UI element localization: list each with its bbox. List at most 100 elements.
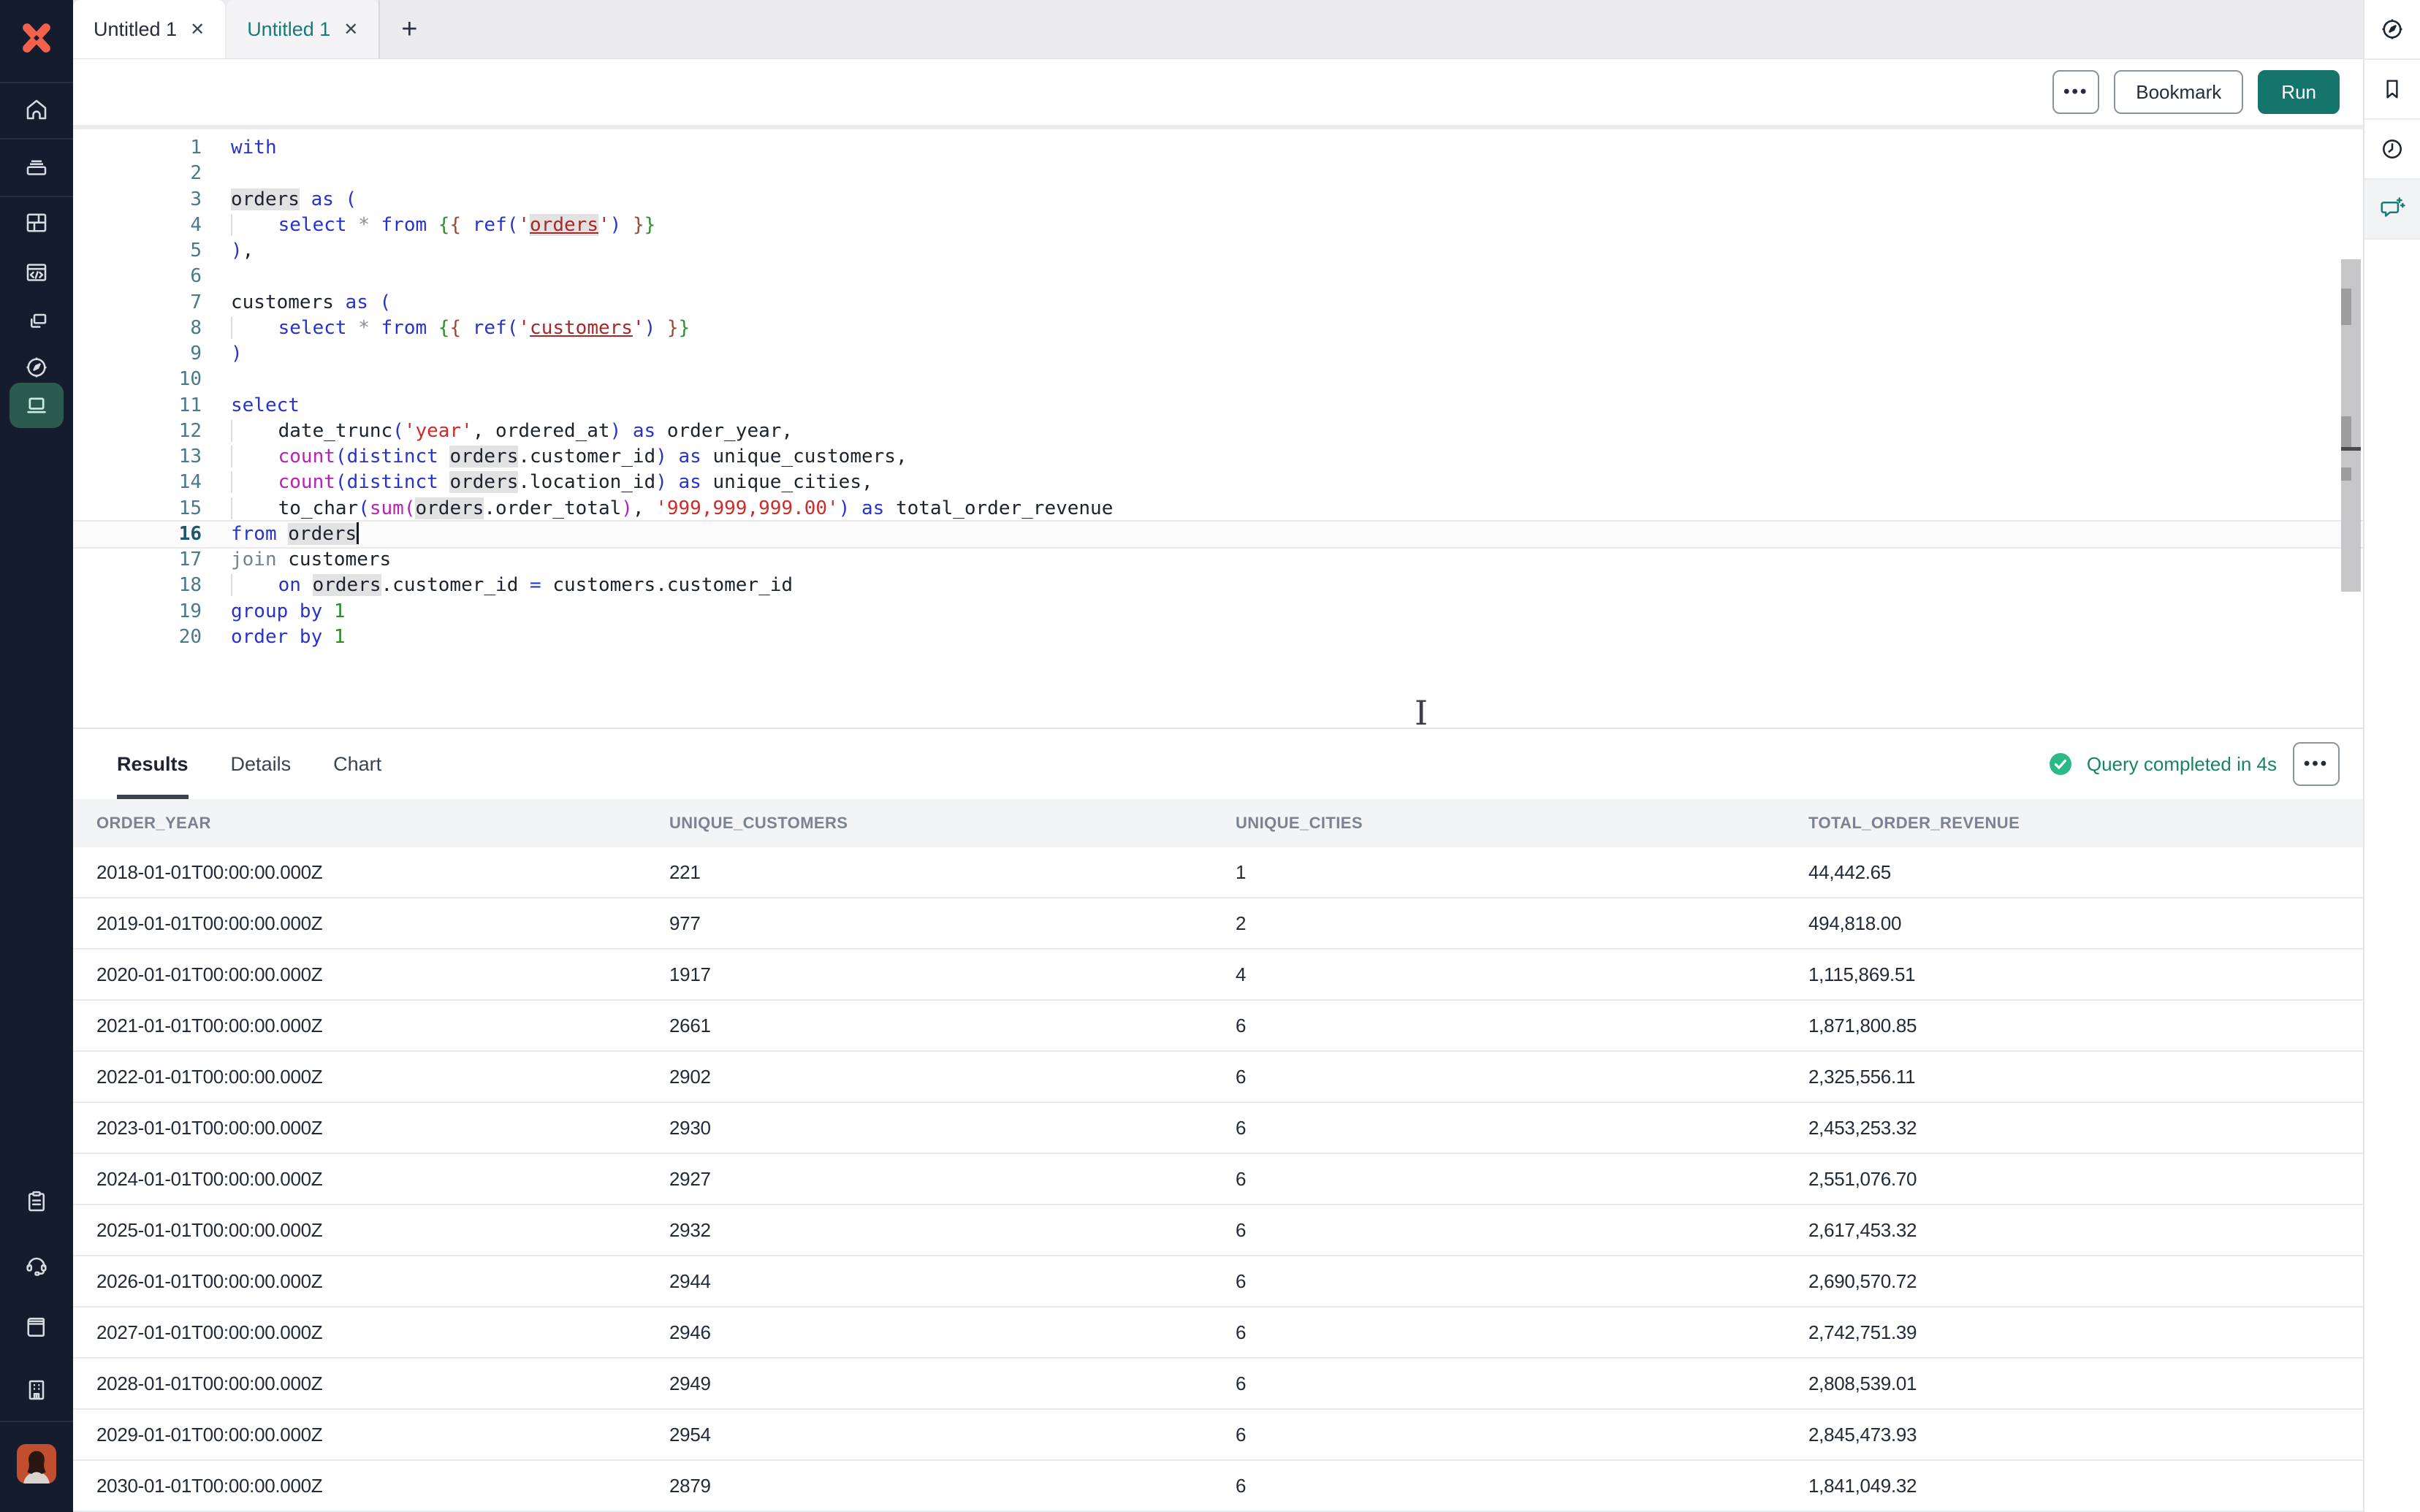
code-line[interactable]: 6 bbox=[73, 264, 2363, 289]
tab-results[interactable]: Results bbox=[117, 729, 189, 799]
code-text: join customers bbox=[231, 547, 391, 573]
table-row[interactable]: 2029-01-01T00:00:00.000Z295462,845,473.9… bbox=[73, 1410, 2363, 1461]
bookmark-button[interactable]: Bookmark bbox=[2114, 70, 2243, 114]
code-line[interactable]: 1with bbox=[73, 135, 2363, 161]
linked-windows-icon[interactable] bbox=[23, 308, 50, 335]
code-line[interactable]: 14 count(distinct orders.location_id) as… bbox=[73, 470, 2363, 495]
table-cell: 6 bbox=[1227, 1424, 1800, 1446]
new-tab-button[interactable]: + bbox=[380, 0, 438, 58]
tab-details[interactable]: Details bbox=[231, 729, 292, 799]
rail-ai-chat-button[interactable] bbox=[2364, 180, 2420, 240]
results-more-button[interactable]: ••• bbox=[2293, 742, 2340, 786]
rail-history-button[interactable] bbox=[2364, 120, 2420, 180]
code-line[interactable]: 3orders as ( bbox=[73, 187, 2363, 213]
table-row[interactable]: 2022-01-01T00:00:00.000Z290262,325,556.1… bbox=[73, 1052, 2363, 1103]
line-number: 7 bbox=[73, 290, 202, 316]
table-cell: 1,115,869.51 bbox=[1800, 963, 2307, 986]
table-row[interactable]: 2028-01-01T00:00:00.000Z294962,808,539.0… bbox=[73, 1359, 2363, 1410]
tab-untitled-1[interactable]: Untitled 1 ✕ bbox=[73, 0, 225, 58]
code-text: select * from {{ ref('orders') }} bbox=[231, 213, 655, 238]
line-number: 2 bbox=[73, 161, 202, 186]
code-line[interactable]: 15 to_char(sum(orders.order_total), '999… bbox=[73, 496, 2363, 522]
code-line[interactable]: 11select bbox=[73, 393, 2363, 419]
code-line[interactable]: 16from orders bbox=[73, 522, 2363, 547]
table-row[interactable]: 2021-01-01T00:00:00.000Z266161,871,800.8… bbox=[73, 1001, 2363, 1052]
table-cell: 2,742,751.39 bbox=[1800, 1321, 2307, 1344]
code-line[interactable]: 5), bbox=[73, 238, 2363, 264]
table-row[interactable]: 2024-01-01T00:00:00.000Z292762,551,076.7… bbox=[73, 1154, 2363, 1205]
code-line[interactable]: 4 select * from {{ ref('orders') }} bbox=[73, 213, 2363, 238]
table-cell: 2022-01-01T00:00:00.000Z bbox=[88, 1066, 661, 1088]
org-building-icon[interactable] bbox=[23, 1376, 50, 1404]
table-row[interactable]: 2023-01-01T00:00:00.000Z293062,453,253.3… bbox=[73, 1103, 2363, 1154]
code-line[interactable]: 10 bbox=[73, 367, 2363, 392]
clipboard-icon[interactable] bbox=[23, 1188, 50, 1215]
table-row[interactable]: 2019-01-01T00:00:00.000Z9772494,818.00 bbox=[73, 898, 2363, 950]
code-text: orders as ( bbox=[231, 187, 357, 213]
column-header[interactable]: UNIQUE_CITIES bbox=[1227, 814, 1800, 833]
code-text: order by 1 bbox=[231, 625, 346, 650]
editor-scrollbar[interactable] bbox=[2341, 259, 2361, 592]
file-tab-bar: Untitled 1 ✕ Untitled 1 ✕ + bbox=[73, 0, 2363, 59]
table-cell: 6 bbox=[1227, 1321, 1800, 1344]
close-icon[interactable]: ✕ bbox=[343, 19, 358, 40]
table-row[interactable]: 2025-01-01T00:00:00.000Z293262,617,453.3… bbox=[73, 1205, 2363, 1256]
code-line[interactable]: 20order by 1 bbox=[73, 625, 2363, 650]
hex-logo-icon[interactable] bbox=[18, 19, 56, 57]
docs-book-icon[interactable] bbox=[23, 1313, 50, 1341]
table-cell: 2021-01-01T00:00:00.000Z bbox=[88, 1015, 661, 1037]
sidebar-item-workspace-active[interactable] bbox=[9, 383, 64, 428]
code-line[interactable]: 8 select * from {{ ref('customers') }} bbox=[73, 316, 2363, 341]
results-table-body: 2018-01-01T00:00:00.000Z221144,442.65201… bbox=[73, 847, 2363, 1512]
user-avatar[interactable] bbox=[17, 1444, 56, 1484]
code-window-icon[interactable] bbox=[23, 259, 50, 286]
code-line[interactable]: 12 date_trunc('year', ordered_at) as ord… bbox=[73, 419, 2363, 444]
code-line[interactable]: 2 bbox=[73, 161, 2363, 186]
table-cell: 2019-01-01T00:00:00.000Z bbox=[88, 912, 661, 935]
table-cell: 1,871,800.85 bbox=[1800, 1015, 2307, 1037]
table-row[interactable]: 2026-01-01T00:00:00.000Z294462,690,570.7… bbox=[73, 1256, 2363, 1307]
table-cell: 6 bbox=[1227, 1219, 1800, 1242]
sidebar-divider bbox=[0, 1421, 73, 1422]
rail-compass-button[interactable] bbox=[2364, 0, 2420, 60]
code-line[interactable]: 7customers as ( bbox=[73, 290, 2363, 316]
table-cell: 6 bbox=[1227, 1372, 1800, 1395]
right-rail bbox=[2363, 0, 2420, 1512]
sql-editor[interactable]: 1with23orders as (4 select * from {{ ref… bbox=[73, 129, 2363, 728]
table-cell: 2,325,556.11 bbox=[1800, 1066, 2307, 1088]
code-line[interactable]: 19group by 1 bbox=[73, 599, 2363, 625]
table-cell: 2902 bbox=[661, 1066, 1227, 1088]
table-cell: 2944 bbox=[661, 1270, 1227, 1293]
table-cell: 221 bbox=[661, 861, 1227, 884]
left-sidebar bbox=[0, 0, 73, 1512]
projects-drawer-icon[interactable] bbox=[23, 153, 50, 180]
ai-chat-sparkle-icon bbox=[2378, 195, 2406, 223]
code-line[interactable]: 13 count(distinct orders.customer_id) as… bbox=[73, 444, 2363, 470]
column-header[interactable]: UNIQUE_CUSTOMERS bbox=[661, 814, 1227, 833]
rail-bookmark-button[interactable] bbox=[2364, 60, 2420, 120]
compass-icon[interactable] bbox=[23, 354, 50, 381]
support-headset-icon[interactable] bbox=[23, 1251, 50, 1279]
code-line[interactable]: 17join customers bbox=[73, 547, 2363, 573]
more-options-button[interactable]: ••• bbox=[2052, 70, 2099, 114]
code-line[interactable]: 18 on orders.customer_id = customers.cus… bbox=[73, 573, 2363, 598]
run-button[interactable]: Run bbox=[2258, 70, 2340, 114]
line-number: 18 bbox=[73, 573, 202, 598]
home-icon[interactable] bbox=[23, 96, 50, 123]
table-row[interactable]: 2030-01-01T00:00:00.000Z287961,841,049.3… bbox=[73, 1461, 2363, 1512]
close-icon[interactable]: ✕ bbox=[190, 19, 205, 40]
table-row[interactable]: 2018-01-01T00:00:00.000Z221144,442.65 bbox=[73, 847, 2363, 898]
code-line[interactable]: 9) bbox=[73, 341, 2363, 367]
column-header[interactable]: TOTAL_ORDER_REVENUE bbox=[1800, 814, 2307, 833]
tab-chart[interactable]: Chart bbox=[333, 729, 381, 799]
tab-label: Untitled 1 bbox=[247, 18, 330, 41]
table-row[interactable]: 2020-01-01T00:00:00.000Z191741,115,869.5… bbox=[73, 950, 2363, 1001]
table-cell: 2932 bbox=[661, 1219, 1227, 1242]
column-header[interactable]: ORDER_YEAR bbox=[88, 814, 661, 833]
table-cell: 2025-01-01T00:00:00.000Z bbox=[88, 1219, 661, 1242]
apps-grid-icon[interactable] bbox=[23, 209, 50, 237]
tab-untitled-2[interactable]: Untitled 1 ✕ bbox=[227, 0, 378, 58]
table-cell: 2,453,253.32 bbox=[1800, 1117, 2307, 1139]
line-number: 6 bbox=[73, 264, 202, 289]
table-row[interactable]: 2027-01-01T00:00:00.000Z294662,742,751.3… bbox=[73, 1307, 2363, 1359]
